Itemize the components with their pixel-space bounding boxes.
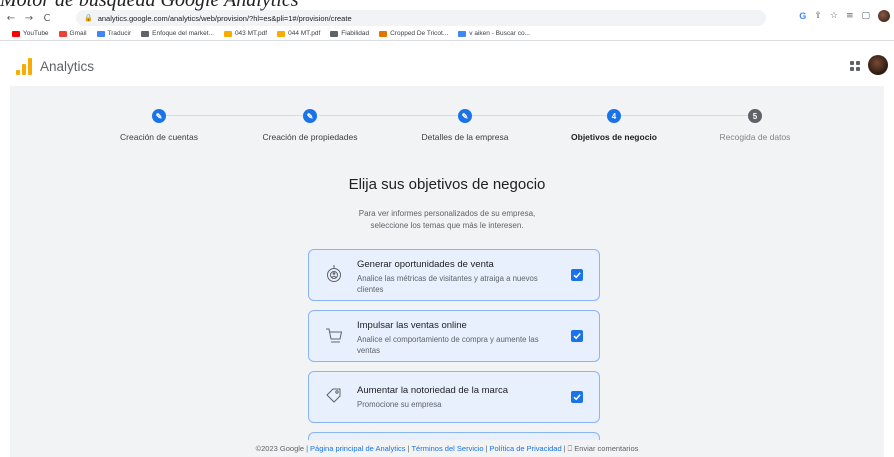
shopping-cart-icon	[323, 324, 345, 346]
subtitle-line: Para ver informes personalizados de su e…	[358, 209, 536, 218]
address-bar[interactable]: 🔒 analytics.google.com/analytics/web/pro…	[76, 10, 766, 26]
bookmark-label: 044 MT.pdf	[288, 30, 321, 37]
bookmark-label: Fiabilidad	[341, 30, 370, 37]
bookmark-label: Enfoque del market...	[152, 30, 214, 37]
objective-checkbox[interactable]	[571, 330, 583, 342]
page: Motor de búsqueda Google Analytics ← → C…	[0, 0, 894, 457]
progress-stepper: ✎ Creación de cuentas ✎ Creación de prop…	[10, 86, 884, 156]
user-avatar[interactable]	[868, 55, 888, 75]
star-icon[interactable]: ☆	[830, 11, 838, 21]
reload-icon[interactable]: C	[40, 11, 54, 25]
bookmark-item[interactable]: Fiabilidad	[330, 30, 369, 37]
app-header: Analytics	[0, 52, 894, 82]
bookmark-favicon-icon	[277, 30, 286, 37]
objective-description: Promocione su empresa	[357, 400, 442, 409]
url-text: analytics.google.com/analytics/web/provi…	[97, 13, 352, 23]
browser-toolbar: ← → C 🔒 analytics.google.com/analytics/w…	[0, 9, 894, 27]
page-subtitle: Para ver informes personalizados de su e…	[10, 208, 884, 232]
bookmark-item[interactable]: 044 MT.pdf	[277, 30, 320, 37]
bookmark-label: Cropped De Tricot...	[390, 30, 449, 37]
objective-description: Analice las métricas de visitantes y atr…	[357, 274, 538, 294]
edit-icon: ✎	[458, 109, 472, 123]
page-title: Elija sus objetivos de negocio	[348, 176, 546, 193]
feedback-icon[interactable]: ⎕	[568, 444, 573, 453]
privacy-link[interactable]: Política de Privacidad	[490, 444, 562, 453]
profile-avatar[interactable]	[878, 10, 890, 22]
app-title: Analytics	[40, 59, 95, 74]
bookmark-label: Traducir	[107, 30, 132, 37]
step-label: Detalles de la empresa	[421, 132, 509, 142]
objective-card-online-sales[interactable]: Impulsar las ventas online Analice el co…	[308, 310, 600, 362]
reading-list-icon[interactable]: ≡	[846, 11, 854, 21]
step-creacion-propiedades[interactable]: ✎ Creación de propiedades	[240, 109, 380, 142]
apps-grid-icon[interactable]	[850, 61, 860, 71]
bookmark-label: Gmail	[69, 30, 87, 37]
forward-icon[interactable]: →	[22, 11, 36, 25]
objectives-list: Generar oportunidades de venta Analice l…	[308, 249, 600, 432]
browser-actions: G ⇪ ☆ ≡ ▢	[799, 10, 890, 22]
bookmark-favicon-icon	[458, 30, 467, 37]
bookmark-favicon-icon	[223, 30, 232, 37]
bookmark-favicon-icon	[58, 30, 67, 37]
step-number: 5	[748, 109, 762, 123]
bookmark-favicon-icon	[96, 30, 105, 37]
bookmark-item[interactable]: YouTube	[12, 30, 49, 37]
step-label: Recogida de datos	[719, 132, 791, 142]
step-detalles-empresa[interactable]: ✎ Detalles de la empresa	[395, 109, 535, 142]
bookmark-item[interactable]: Traducir	[96, 30, 132, 37]
bookmark-item[interactable]: v aiken - Buscar co...	[458, 30, 530, 37]
lock-icon: 🔒	[84, 14, 93, 22]
caption-overlay: Motor de búsqueda Google Analytics	[0, 0, 299, 11]
bookmark-item[interactable]: Cropped De Tricot...	[379, 30, 448, 37]
objective-checkbox[interactable]	[571, 269, 583, 281]
bookmark-item[interactable]: 043 MT.pdf	[223, 30, 268, 37]
check-icon	[573, 333, 581, 340]
step-label: Objetivos de negocio	[571, 132, 657, 142]
bookmark-favicon-icon	[330, 30, 339, 37]
subtitle-line: seleccione los temas que más le interese…	[370, 221, 524, 230]
step-label: Creación de cuentas	[120, 132, 198, 142]
analytics-logo-icon[interactable]	[16, 57, 34, 75]
terms-link[interactable]: Términos del Servicio	[411, 444, 483, 453]
back-icon[interactable]: ←	[4, 11, 18, 25]
check-icon	[573, 272, 581, 279]
objective-title: Aumentar la notoriedad de la marca	[357, 385, 509, 396]
objective-description: Analice el comportamiento de compra y au…	[357, 335, 539, 355]
edit-icon: ✎	[152, 109, 166, 123]
bookmark-favicon-icon	[12, 30, 20, 37]
bookmark-label: YouTube	[23, 30, 49, 37]
bookmark-label: v aiken - Buscar co...	[469, 30, 530, 37]
main-content: ✎ Creación de cuentas ✎ Creación de prop…	[10, 86, 884, 457]
objective-title: Impulsar las ventas online	[357, 320, 467, 331]
step-number: 4	[607, 109, 621, 123]
bookmark-item[interactable]: Enfoque del market...	[141, 30, 214, 37]
step-creacion-cuentas[interactable]: ✎ Creación de cuentas	[89, 109, 229, 142]
feedback-link[interactable]: Enviar comentarios	[574, 444, 638, 453]
copyright-text: ©2023 Google	[255, 444, 305, 453]
analytics-home-link[interactable]: Página principal de Analytics	[310, 444, 405, 453]
objective-checkbox[interactable]	[571, 391, 583, 403]
bookmark-label: 043 MT.pdf	[234, 30, 268, 37]
bookmark-favicon-icon	[141, 30, 150, 37]
google-lens-icon[interactable]: G	[799, 11, 806, 21]
objective-card-leads[interactable]: Generar oportunidades de venta Analice l…	[308, 249, 600, 301]
check-icon	[573, 394, 581, 401]
side-panel-icon[interactable]: ▢	[861, 11, 870, 21]
edit-icon: ✎	[303, 109, 317, 123]
target-person-icon	[323, 263, 345, 285]
bookmarks-bar: YouTube Gmail Traducir Enfoque del market..…	[0, 27, 894, 41]
objective-title: Generar oportunidades de venta	[357, 259, 494, 270]
bookmark-item[interactable]: Gmail	[58, 30, 87, 37]
footer: ©2023 Google | Página principal de Analyti…	[10, 440, 884, 457]
step-objetivos-negocio: 4 Objetivos de negocio	[544, 109, 684, 142]
share-icon[interactable]: ⇪	[814, 11, 822, 21]
step-label: Creación de propiedades	[262, 132, 358, 142]
tag-icon	[323, 385, 345, 407]
objective-card-brand-awareness[interactable]: Aumentar la notoriedad de la marca Promo…	[308, 371, 600, 423]
bookmark-favicon-icon	[379, 30, 388, 37]
step-recogida-datos: 5 Recogida de datos	[685, 109, 825, 142]
